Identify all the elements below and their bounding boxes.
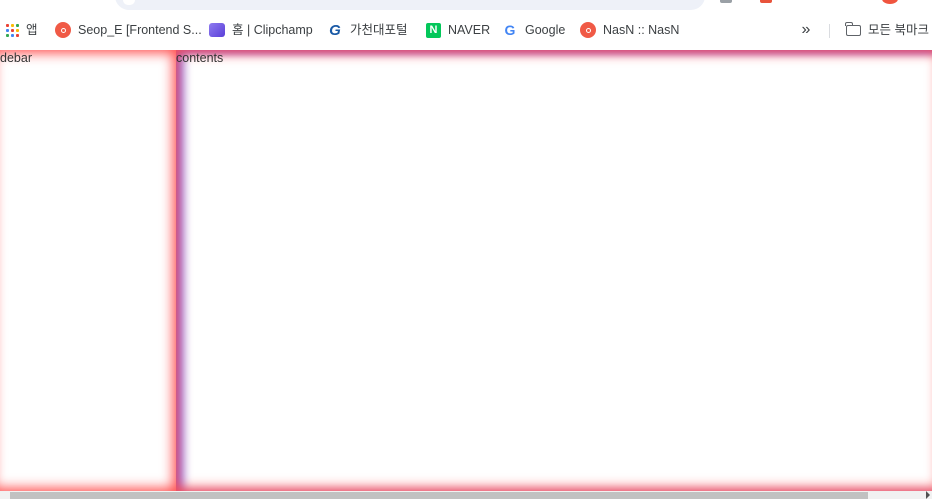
more-bookmarks-chevron-icon[interactable]: » — [797, 21, 815, 39]
address-bar[interactable] — [115, 0, 705, 10]
bookmark-seop-e[interactable]: Seop_E [Frontend S... — [55, 21, 202, 39]
profile-avatar[interactable] — [882, 0, 898, 4]
bookmark-label: 홈 | Clipchamp — [232, 23, 313, 37]
bookmarks-divider — [829, 24, 830, 38]
sidebar-panel: sidebar — [0, 50, 176, 491]
bookmark-label: NasN :: NasN — [603, 23, 680, 37]
bookmark-apps[interactable]: 앱 — [6, 21, 38, 39]
tab-search-icon[interactable] — [720, 0, 732, 3]
apps-grid-icon — [6, 23, 19, 37]
bookmark-label: 가천대포털 — [350, 23, 408, 37]
velog-favicon-icon — [55, 22, 71, 38]
browser-toolbar-edge — [0, 0, 932, 10]
velog-favicon-icon — [580, 22, 596, 38]
bookmark-label: 모든 북마크 — [868, 23, 929, 37]
extension-icon[interactable] — [760, 0, 772, 3]
contents-panel: contents — [176, 50, 932, 491]
bookmark-label: Seop_E [Frontend S... — [78, 23, 202, 37]
bookmarks-bar: 앱 Seop_E [Frontend S... 홈 | Clipchamp G … — [0, 10, 932, 50]
bookmark-nasn[interactable]: NasN :: NasN — [580, 21, 679, 39]
scroll-right-arrow-icon[interactable] — [926, 491, 930, 499]
naver-favicon-icon: N — [426, 22, 441, 38]
page-viewport: sidebar contents — [0, 50, 932, 491]
bookmark-label: NAVER — [448, 23, 491, 37]
bookmark-clipchamp[interactable]: 홈 | Clipchamp — [209, 21, 313, 39]
gachon-favicon-icon: G — [329, 21, 341, 39]
clipchamp-favicon-icon — [209, 23, 225, 37]
bookmark-google[interactable]: G Google — [502, 21, 566, 39]
folder-icon — [845, 21, 861, 36]
bookmark-gachon-portal[interactable]: G 가천대포털 — [327, 21, 408, 39]
horizontal-scrollbar[interactable] — [0, 491, 932, 499]
bookmark-naver[interactable]: N NAVER — [426, 21, 490, 39]
google-favicon-icon: G — [504, 22, 516, 38]
scrollbar-thumb[interactable] — [10, 492, 868, 499]
all-bookmarks-folder[interactable]: 모든 북마크 — [845, 21, 929, 39]
bookmark-label: Google — [525, 23, 566, 37]
bookmark-label: 앱 — [26, 23, 38, 37]
contents-label: contents — [176, 51, 224, 65]
sidebar-label: sidebar — [0, 51, 32, 65]
